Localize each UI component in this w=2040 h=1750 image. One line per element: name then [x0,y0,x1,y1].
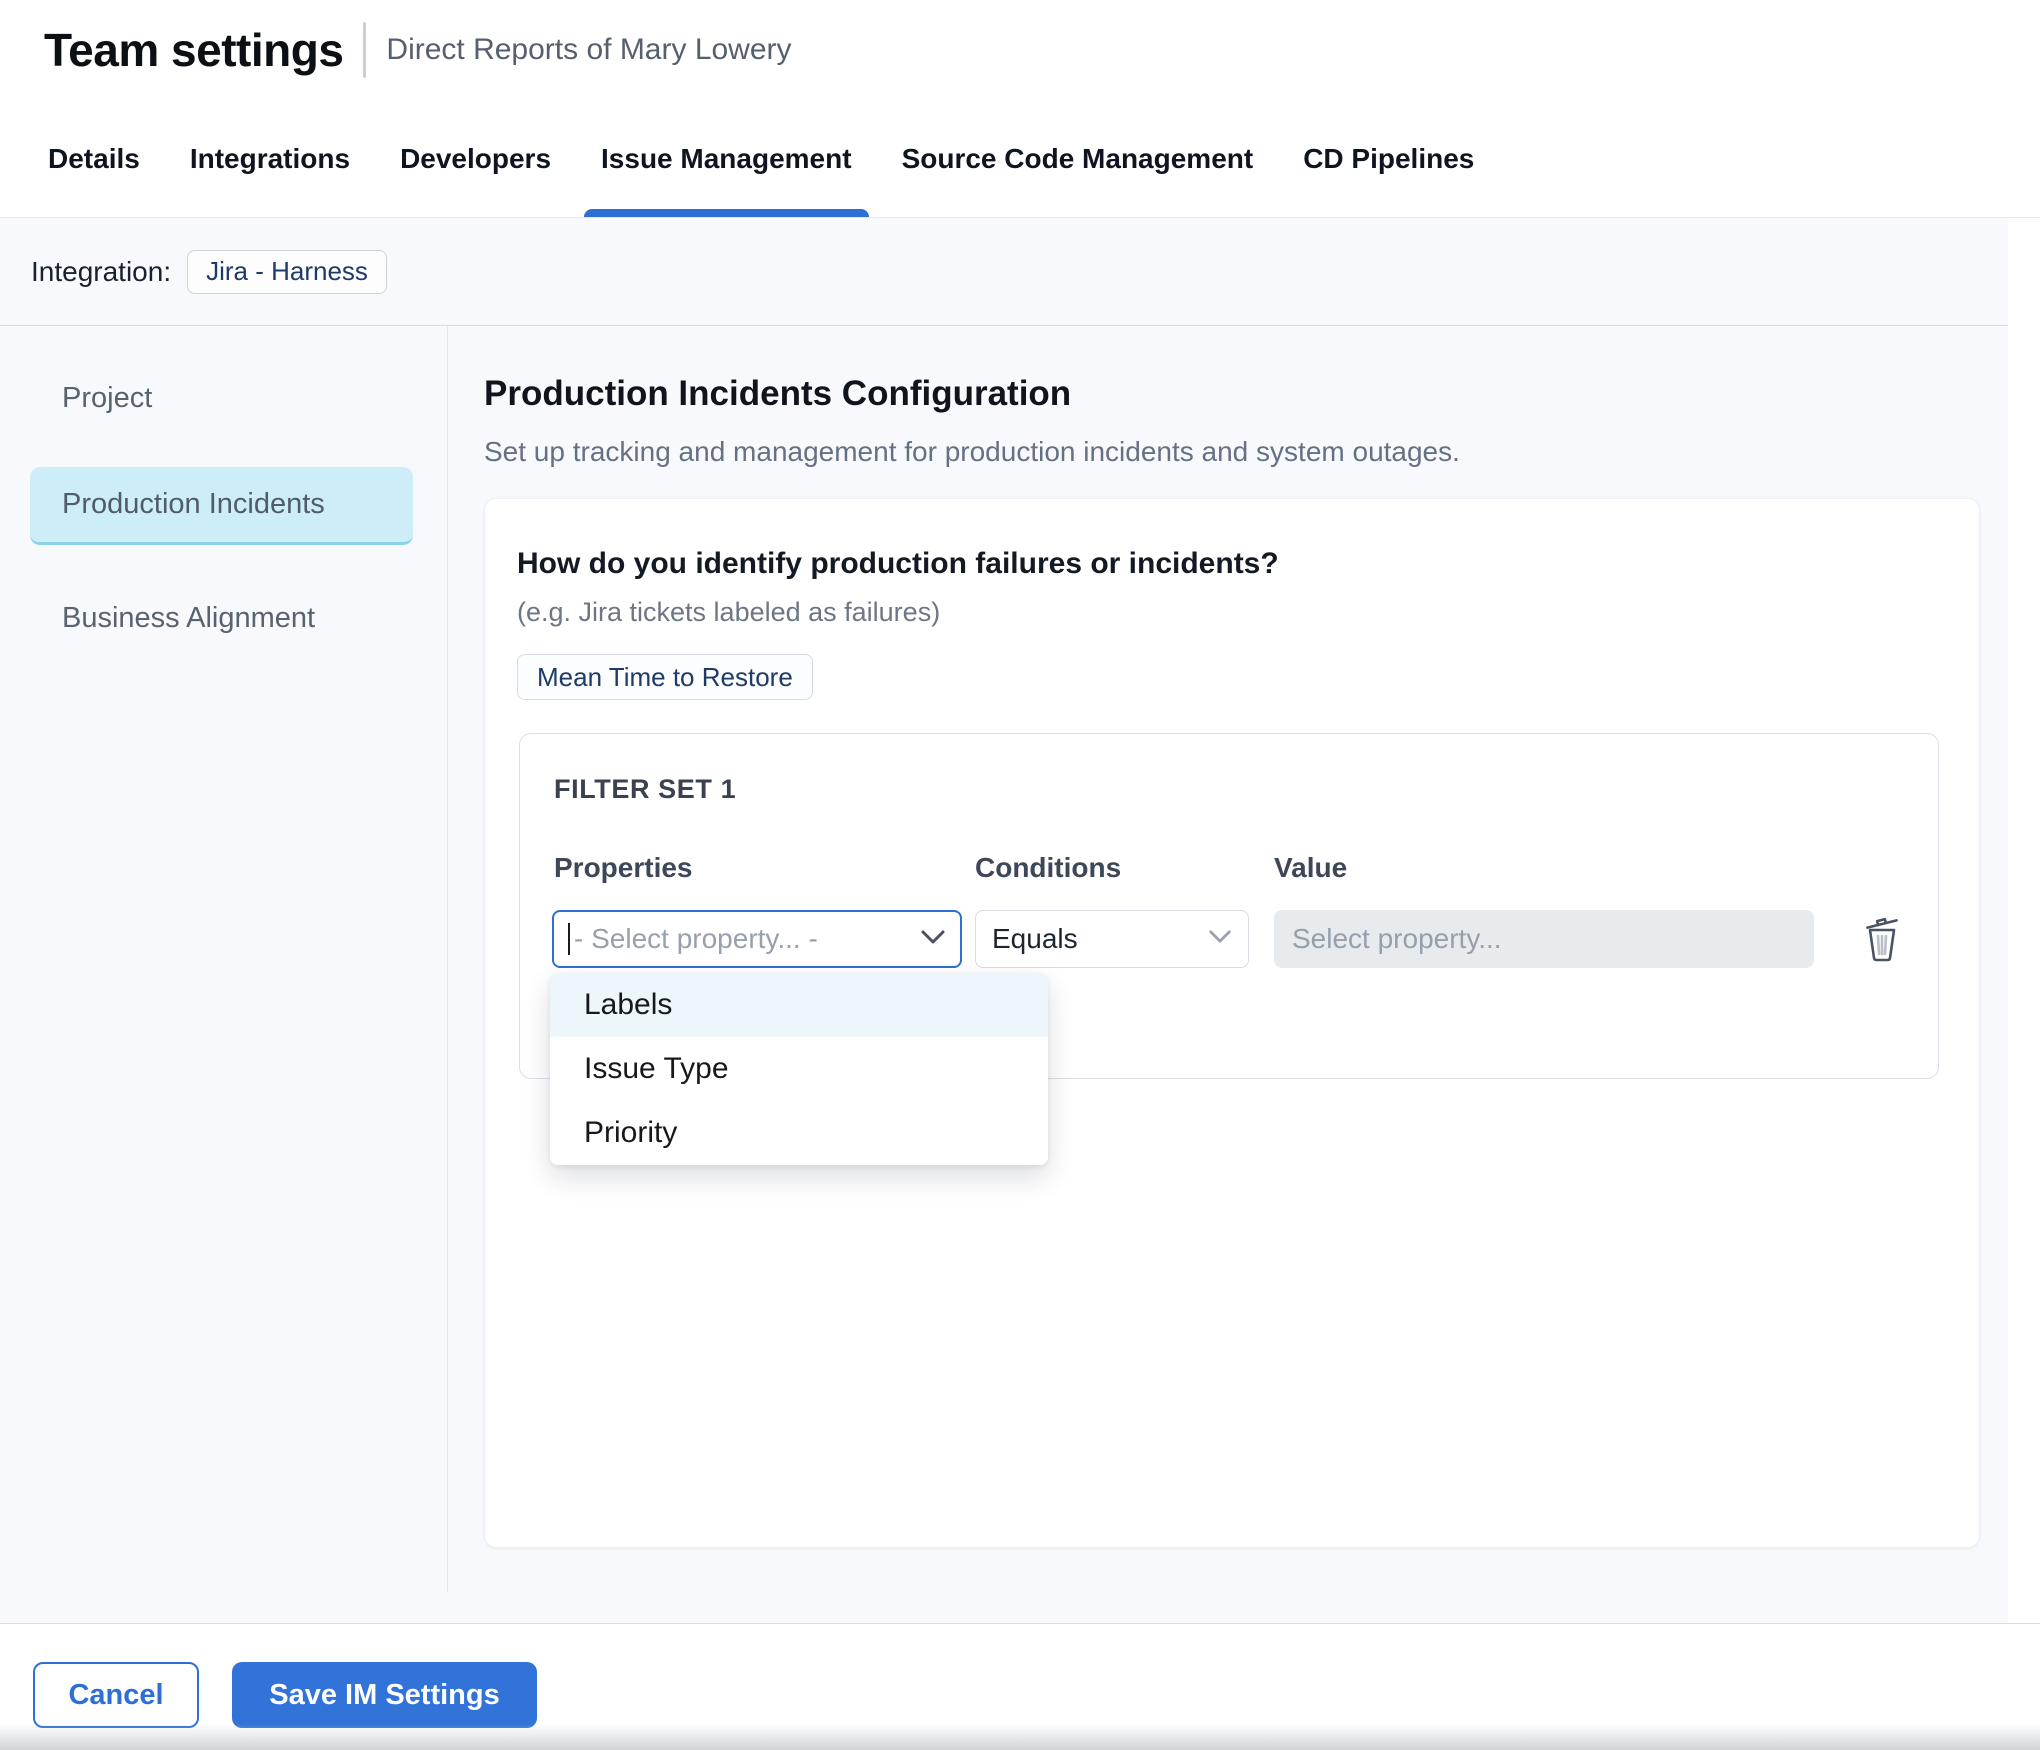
tab-integrations[interactable]: Integrations [190,100,350,217]
chevron-down-icon [1208,929,1232,949]
content-area: Project Production Incidents Business Al… [0,326,2008,1623]
column-label-properties: Properties [554,852,693,884]
integration-row: Integration: Jira - Harness [0,218,2008,326]
main-panel: Production Incidents Configuration Set u… [448,326,2008,1623]
dropdown-option-issue-type[interactable]: Issue Type [550,1037,1048,1101]
properties-placeholder: - Select property... - [574,923,818,955]
tab-bar: Details Integrations Developers Issue Ma… [0,100,2040,218]
tab-developers[interactable]: Developers [400,100,551,217]
conditions-value: Equals [992,923,1078,955]
text-cursor [568,923,570,955]
tab-cd-pipelines[interactable]: CD Pipelines [1303,100,1474,217]
properties-dropdown-menu: Labels Issue Type Priority [550,973,1048,1165]
page-subtitle: Direct Reports of Mary Lowery [386,33,791,67]
section-title: Production Incidents Configuration [484,374,1071,414]
identify-question: How do you identify production failures … [517,547,1279,581]
settings-sidebar: Project Production Incidents Business Al… [0,326,448,1592]
page-header: Team settings Direct Reports of Mary Low… [0,0,2040,100]
column-label-value: Value [1274,852,1347,884]
integration-label: Integration: [31,256,171,288]
sidebar-item-business-alignment[interactable]: Business Alignment [62,602,315,635]
properties-select[interactable]: - Select property... - [552,910,962,968]
dropdown-option-labels[interactable]: Labels [550,973,1048,1037]
tab-source-code-management[interactable]: Source Code Management [902,100,1254,217]
incident-config-card: How do you identify production failures … [484,498,1980,1548]
metric-chip-mean-time-to-restore[interactable]: Mean Time to Restore [517,654,813,700]
title-separator [363,22,366,78]
save-im-settings-button[interactable]: Save IM Settings [232,1662,537,1728]
trash-icon [1862,950,1902,965]
sidebar-item-project[interactable]: Project [62,382,152,415]
footer-bar: Cancel Save IM Settings [0,1623,2040,1750]
dropdown-option-priority[interactable]: Priority [550,1101,1048,1165]
tab-details[interactable]: Details [48,100,140,217]
column-label-conditions: Conditions [975,852,1121,884]
chevron-down-icon [920,929,946,950]
filter-set-title: FILTER SET 1 [554,774,736,805]
section-subtitle: Set up tracking and management for produ… [484,436,1460,468]
conditions-select[interactable]: Equals [975,910,1249,968]
delete-filter-button[interactable] [1860,916,1904,964]
identify-hint: (e.g. Jira tickets labeled as failures) [517,597,940,628]
page-title: Team settings [44,23,343,77]
sidebar-item-production-incidents[interactable]: Production Incidents [30,467,413,545]
value-input[interactable] [1274,910,1814,968]
cancel-button[interactable]: Cancel [33,1662,199,1728]
tab-issue-management[interactable]: Issue Management [601,100,852,217]
integration-chip[interactable]: Jira - Harness [187,250,387,294]
